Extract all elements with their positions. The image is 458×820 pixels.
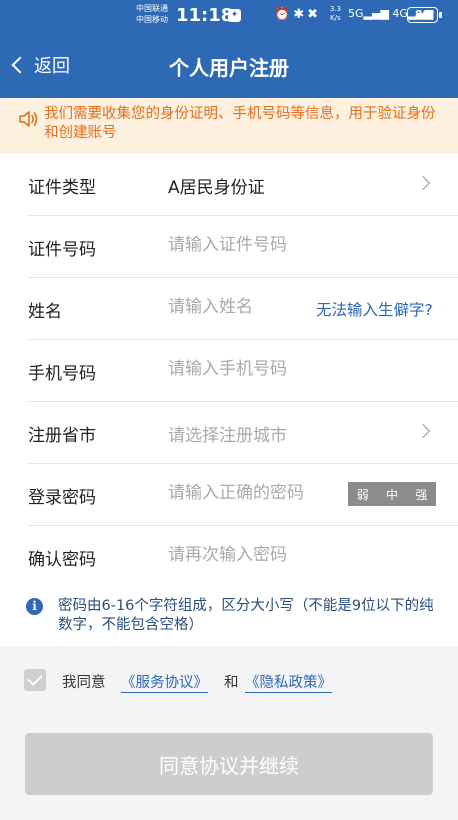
service-agreement-link[interactable]: 《服务协议》	[121, 671, 208, 693]
name-input[interactable]	[168, 297, 308, 317]
name-label: 姓名	[28, 302, 62, 322]
privacy-notice: 我们需要收集您的身份证明、手机号码等信息，用于验证身份和创建账号	[0, 98, 458, 154]
agreement-row: 我同意 《服务协议》 和 《隐私政策》	[0, 664, 458, 696]
city-row[interactable]: 注册省市 请选择注册城市	[0, 402, 458, 464]
signal-4g-label: 4G	[392, 7, 408, 20]
city-label: 注册省市	[28, 426, 96, 446]
registration-form: 证件类型 A居民身份证 证件号码 姓名 无法输入生僻字? 手机号码 注册省市 请…	[0, 154, 458, 586]
confirm-password-input[interactable]	[168, 545, 338, 565]
notice-text: 我们需要收集您的身份证明、手机号码等信息，用于验证身份和创建账号	[44, 106, 436, 141]
speaker-icon	[19, 111, 38, 127]
password-label: 登录密码	[28, 488, 96, 508]
strength-strong: 强	[415, 487, 428, 502]
agree-and: 和	[224, 675, 239, 691]
phone-input[interactable]	[168, 359, 318, 379]
info-icon: i	[26, 598, 43, 615]
page-title: 个人用户注册	[169, 56, 289, 80]
strength-weak: 弱	[356, 487, 369, 502]
nav-bar: 返回 个人用户注册	[0, 34, 458, 98]
chevron-right-icon[interactable]	[415, 175, 431, 191]
name-row: 姓名 无法输入生僻字?	[0, 278, 458, 340]
strength-medium: 中	[385, 487, 398, 502]
confirm-password-label: 确认密码	[28, 550, 96, 570]
id-number-row: 证件号码	[0, 216, 458, 278]
carrier-1: 中国联通	[136, 4, 168, 13]
status-bar: 中国联通 中国移动 11:18 ✦ ⏰✱✖ 3.3 K/s 5G▂▄▆ 4G▂▄…	[0, 0, 458, 34]
city-placeholder: 请选择注册城市	[168, 426, 287, 446]
password-row: 登录密码 弱 中 强	[0, 464, 458, 526]
chevron-right-icon[interactable]	[415, 423, 431, 439]
id-type-value: A居民身份证	[168, 178, 265, 198]
phone-row: 手机号码	[0, 340, 458, 402]
password-hint: i 密码由6-16个字符组成，区分大小写（不能是9位以下的纯数字，不能包含空格）	[0, 586, 458, 646]
notification-icon: ✦	[228, 9, 241, 22]
password-strength-meter: 弱 中 强	[348, 482, 436, 506]
id-type-row[interactable]: 证件类型 A居民身份证	[0, 154, 458, 216]
id-number-input[interactable]	[168, 235, 318, 255]
mute-icon: ✖	[307, 7, 321, 22]
signal-bars-icon: ▂▄▆	[363, 7, 389, 20]
network-speed: 3.3 K/s	[330, 5, 341, 23]
id-number-label: 证件号码	[28, 240, 96, 260]
net-speed-value: 3.3	[330, 5, 342, 13]
agree-checkbox[interactable]	[24, 669, 46, 691]
rare-character-link[interactable]: 无法输入生僻字?	[316, 298, 433, 320]
agree-prefix: 我同意	[62, 675, 106, 691]
confirm-password-row: 确认密码	[0, 526, 458, 588]
status-icons: ⏰✱✖	[274, 7, 321, 22]
phone-label: 手机号码	[28, 364, 96, 384]
signal-5g-label: 5G	[348, 7, 364, 20]
privacy-policy-link[interactable]: 《隐私政策》	[245, 671, 332, 693]
password-input[interactable]	[168, 483, 338, 503]
battery-icon: 80	[407, 7, 442, 23]
id-type-label: 证件类型	[28, 178, 96, 198]
hint-text: 密码由6-16个字符组成，区分大小写（不能是9位以下的纯数字，不能包含空格）	[58, 598, 434, 633]
clock: 11:18	[176, 5, 234, 26]
bluetooth-icon: ✱	[293, 7, 308, 22]
continue-button[interactable]: 同意协议并继续	[25, 733, 433, 795]
net-speed-unit: K/s	[330, 14, 341, 22]
carrier-info: 中国联通 中国移动	[136, 3, 168, 25]
alarm-icon: ⏰	[274, 7, 294, 22]
carrier-2: 中国移动	[136, 15, 168, 24]
